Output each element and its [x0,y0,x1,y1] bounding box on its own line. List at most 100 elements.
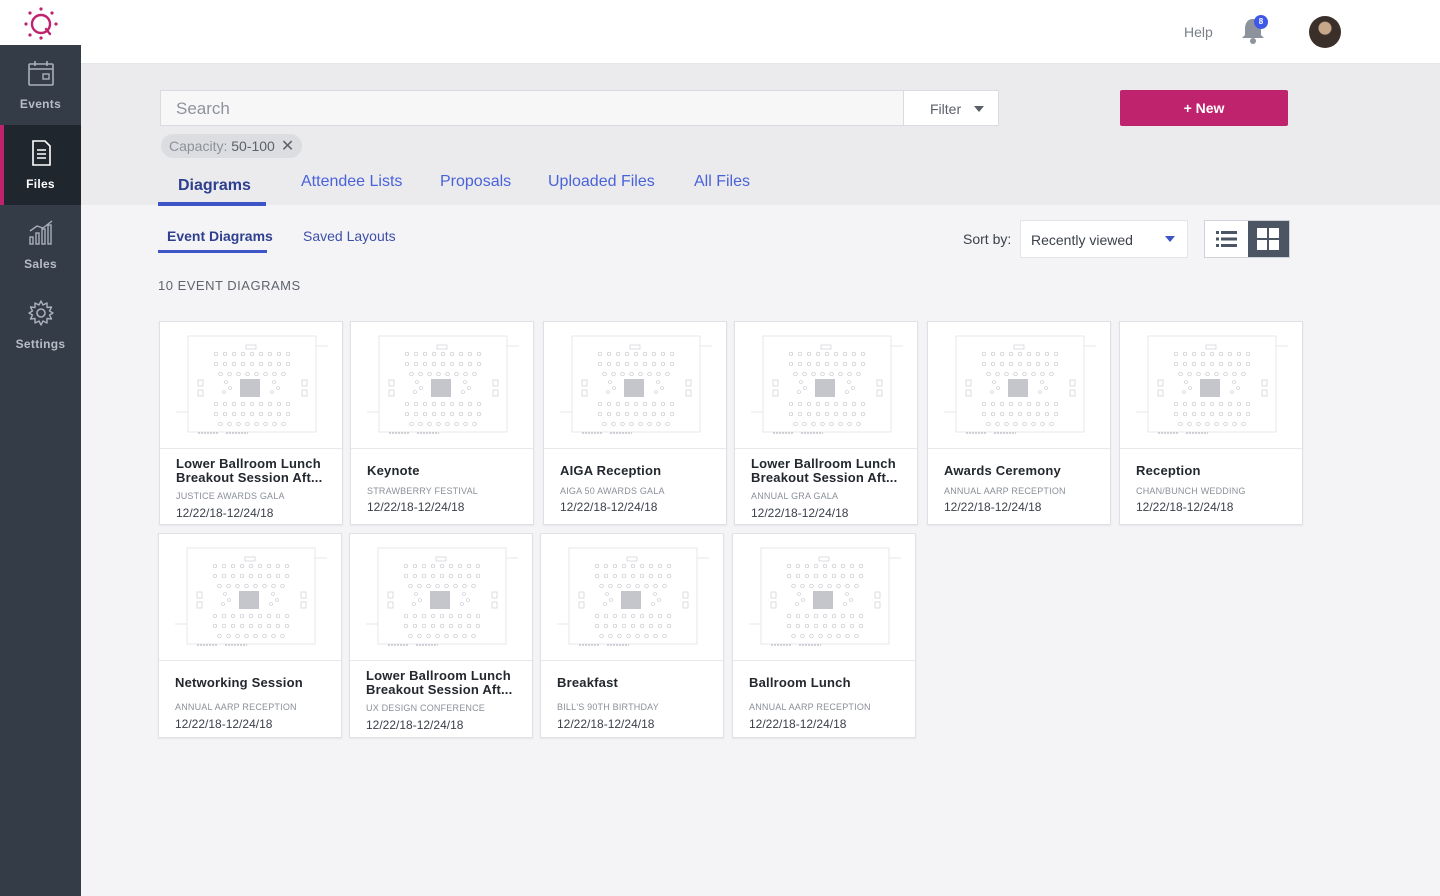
tab-all-files[interactable]: All Files [694,173,750,191]
subtab-saved-layouts[interactable]: Saved Layouts [303,228,396,244]
sidebar-item-events[interactable]: Events [0,45,81,125]
top-bar [0,0,1440,64]
sidebar-item-sales[interactable]: Sales [0,205,81,285]
card-date: 12/22/18-12/24/18 [751,506,849,520]
card-subtitle: CHAN/BUNCH WEDDING [1136,486,1246,496]
card-title: Lower Ballroom Lunch Breakout Session Af… [366,668,513,697]
floor-plan-diagram [367,335,519,434]
card-title: Awards Ceremony [944,463,1061,478]
card-subtitle: UX DESIGN CONFERENCE [366,703,486,713]
card-date: 12/22/18-12/24/18 [367,500,465,514]
card-date: 12/22/18-12/24/18 [366,718,464,732]
tab-active-indicator [158,202,266,206]
chevron-down-icon [1165,236,1175,242]
subtab-event-diagrams[interactable]: Event Diagrams [167,228,273,244]
floor-plan-diagram [751,335,903,434]
chevron-down-icon [974,106,984,112]
card-title: Lower Ballroom Lunch Breakout Session Af… [751,456,898,485]
floor-plan-diagram [560,335,712,434]
tab-proposals[interactable]: Proposals [440,173,511,191]
card-subtitle: ANNUAL AARP RECEPTION [175,702,297,712]
tab-diagrams[interactable]: Diagrams [178,177,251,195]
card-title: AIGA Reception [560,463,662,478]
diagram-thumbnail[interactable] [1120,322,1302,449]
search-input[interactable]: Search [160,90,904,126]
diagram-card[interactable]: Awards Ceremony ANNUAL AARP RECEPTION 12/2… [927,321,1111,525]
sidebar-item-label: Settings [15,337,66,351]
tab-uploaded-files[interactable]: Uploaded Files [548,173,655,191]
card-subtitle: ANNUAL AARP RECEPTION [749,702,871,712]
floor-plan-diagram [944,335,1096,434]
card-subtitle: JUSTICE AWARDS GALA [176,491,285,501]
card-date: 12/22/18-12/24/18 [176,506,274,520]
sort-label: Sort by: [963,231,1012,247]
diagram-card[interactable]: Networking Session ANNUAL AARP RECEPTION 1… [158,533,342,738]
diagram-card[interactable]: AIGA Reception AIGA 50 AWARDS GALA 12/22/1… [543,321,727,525]
card-date: 12/22/18-12/24/18 [1136,500,1234,514]
diagram-thumbnail[interactable] [928,322,1110,449]
diagram-thumbnail[interactable] [350,534,532,661]
diagram-card[interactable]: Breakfast BILL'S 90TH BIRTHDAY 12/22/18-12… [540,533,724,738]
card-subtitle: BILL'S 90TH BIRTHDAY [557,702,659,712]
sidebar-item-label: Events [19,97,62,111]
card-date: 12/22/18-12/24/18 [557,717,655,731]
gear-icon [28,300,54,326]
floor-plan-diagram [1136,335,1288,434]
card-title: Lower Ballroom Lunch Breakout Session Af… [176,456,323,485]
user-avatar[interactable] [1309,16,1341,48]
card-subtitle: ANNUAL GRA GALA [751,491,839,501]
sidebar-item-files[interactable]: Files [0,125,81,205]
diagram-thumbnail[interactable] [735,322,917,449]
subtab-active-indicator [158,250,267,253]
card-subtitle: ANNUAL AARP RECEPTION [944,486,1066,496]
notification-count-badge: 8 [1254,15,1268,29]
help-link[interactable]: Help [1184,24,1213,40]
floor-plan-diagram [749,547,901,646]
filter-dropdown[interactable]: Filter [903,90,999,126]
card-title: Breakfast [557,675,619,690]
filter-label: Filter [930,101,962,117]
floor-plan-diagram [175,547,327,646]
diagram-card[interactable]: Ballroom Lunch ANNUAL AARP RECEPTION 12/22… [732,533,916,738]
tab-attendee-lists[interactable]: Attendee Lists [301,173,402,191]
diagram-thumbnail[interactable] [541,534,723,661]
chip-label: Capacity: [169,138,232,154]
diagram-thumbnail[interactable] [544,322,726,449]
card-title: Reception [1136,463,1201,478]
card-subtitle: AIGA 50 AWARDS GALA [560,486,665,496]
diagram-thumbnail[interactable] [160,322,342,449]
floor-plan-diagram [557,547,709,646]
card-title: Keynote [367,463,420,478]
card-date: 12/22/18-12/24/18 [175,717,273,731]
app-logo-icon[interactable] [22,6,60,40]
sidebar-item-settings[interactable]: Settings [0,285,81,365]
diagram-thumbnail[interactable] [159,534,341,661]
sidebar-item-label: Sales [24,257,57,271]
view-toggle [1204,220,1290,258]
chip-value: 50-100 [231,138,275,154]
sidebar: Events Files Sales Settings [0,45,81,896]
filter-chip-capacity: Capacity: 50-100 ✕ [161,134,303,159]
floor-plan-diagram [176,335,328,434]
card-date: 12/22/18-12/24/18 [944,500,1042,514]
card-title: Networking Session [175,675,303,690]
sort-dropdown[interactable]: Recently viewed [1020,220,1188,258]
floor-plan-diagram [366,547,518,646]
grid-view-icon[interactable] [1248,221,1289,257]
card-date: 12/22/18-12/24/18 [749,717,847,731]
sort-value: Recently viewed [1031,232,1133,248]
diagram-thumbnail[interactable] [351,322,533,449]
diagram-thumbnail[interactable] [733,534,915,661]
diagram-count: 10 EVENT DIAGRAMS [158,278,301,293]
new-button[interactable]: + New [1120,90,1288,126]
diagram-card[interactable]: Lower Ballroom Lunch Breakout Session Af… [734,321,918,525]
card-date: 12/22/18-12/24/18 [560,500,658,514]
close-icon[interactable]: ✕ [281,135,294,159]
calendar-icon [28,61,54,86]
diagram-card[interactable]: Lower Ballroom Lunch Breakout Session Af… [159,321,343,525]
bar-chart-icon [29,220,53,245]
diagram-card[interactable]: Reception CHAN/BUNCH WEDDING 12/22/18-12/2… [1119,321,1303,525]
list-view-icon[interactable] [1205,221,1248,257]
diagram-card[interactable]: Lower Ballroom Lunch Breakout Session Af… [349,533,533,738]
diagram-card[interactable]: Keynote STRAWBERRY FESTIVAL 12/22/18-12/24… [350,321,534,525]
